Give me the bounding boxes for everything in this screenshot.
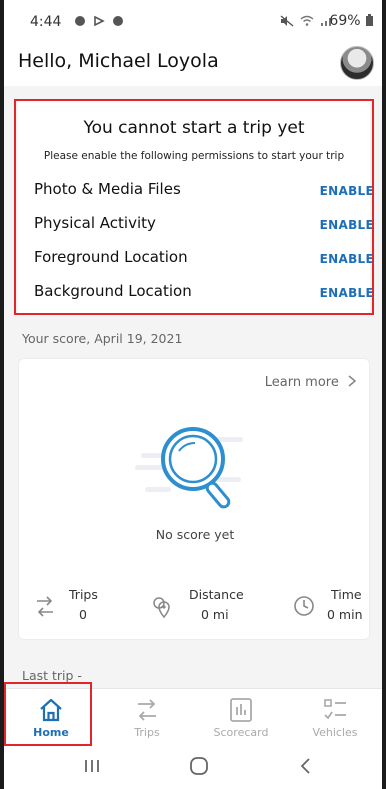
nav-label: Vehicles [312, 726, 358, 739]
home-button-icon[interactable] [188, 756, 210, 776]
no-score-text: No score yet [155, 527, 235, 542]
enable-photo-media-button[interactable]: ENABLE [320, 184, 374, 198]
recent-apps-icon[interactable] [82, 756, 102, 776]
nav-trips[interactable]: Trips [100, 689, 194, 747]
status-bar: 4:44 69% [4, 0, 382, 40]
checklist-icon [324, 699, 346, 720]
enable-background-location-button[interactable]: ENABLE [320, 286, 374, 300]
app-header: Hello, Michael Loyola [4, 40, 382, 86]
mute-icon [280, 14, 294, 27]
location-arrow-icon [94, 15, 105, 26]
permission-row-photo-media: Photo & Media Files ENABLE [18, 176, 374, 204]
stat-label: Trips [69, 587, 98, 602]
nav-label: Scorecard [213, 726, 269, 739]
battery-percent: 69% [329, 13, 361, 29]
score-heading: Your score, April 19, 2021 [22, 331, 183, 346]
enable-foreground-location-button[interactable]: ENABLE [320, 252, 374, 266]
battery-icon [366, 14, 373, 26]
nav-label: Home [33, 726, 69, 739]
nav-scorecard[interactable]: Scorecard [194, 689, 288, 747]
stat-label: Distance [189, 587, 244, 602]
magnifier-illustration-icon [135, 427, 243, 509]
nav-vehicles[interactable]: Vehicles [288, 689, 382, 747]
nav-label: Trips [134, 726, 160, 739]
system-icons [280, 13, 334, 27]
bottom-navigation: Home Trips Scorecard Vehicles [4, 688, 382, 746]
stat-value: 0 [79, 607, 87, 622]
chevron-right-icon [348, 375, 357, 387]
app-screen: 4:44 69% Hello, Michael Loyola You canno… [4, 0, 382, 789]
back-icon[interactable] [296, 756, 316, 776]
permissions-subtitle: Please enable the following permissions … [43, 150, 345, 162]
learn-more-label: Learn more [264, 375, 339, 390]
stat-value: 0 mi [201, 607, 229, 622]
trips-icon [138, 699, 156, 721]
permission-row-foreground-location: Foreground Location ENABLE [18, 244, 374, 272]
battery-indicator: 69% [329, 13, 374, 29]
stat-trips: Trips 0 [33, 587, 133, 627]
stat-time: Time 0 min [293, 587, 369, 627]
trips-route-icon [37, 596, 53, 617]
enable-physical-activity-button[interactable]: ENABLE [320, 218, 374, 232]
permission-label: Background Location [34, 282, 192, 300]
wifi-icon [300, 15, 314, 26]
permission-row-physical-activity: Physical Activity ENABLE [18, 210, 374, 238]
avatar[interactable] [340, 46, 374, 80]
score-card: Learn more No score yet Trips 0 Distance… [18, 358, 370, 640]
messenger-icon [112, 15, 123, 26]
nav-home[interactable]: Home [4, 689, 98, 747]
permission-label: Photo & Media Files [34, 180, 181, 198]
stat-label: Time [331, 587, 362, 602]
notification-dot-icon [75, 15, 85, 26]
map-pin-icon [153, 597, 170, 619]
notification-icons [74, 13, 124, 27]
system-navigation-bar [4, 746, 382, 789]
bar-chart-icon [230, 698, 252, 722]
last-trip-heading: Last trip - [22, 668, 82, 683]
permission-label: Physical Activity [34, 214, 156, 232]
clock-icon [294, 596, 314, 616]
permissions-card: You cannot start a trip yet Please enabl… [18, 100, 374, 314]
status-time: 4:44 [30, 14, 62, 30]
permissions-title: You cannot start a trip yet [83, 118, 305, 138]
stat-distance: Distance 0 mi [151, 587, 271, 627]
home-icon [40, 698, 62, 722]
stat-value: 0 min [327, 607, 363, 622]
permission-row-background-location: Background Location ENABLE [18, 278, 374, 306]
greeting-text: Hello, Michael Loyola [18, 50, 219, 72]
permission-label: Foreground Location [34, 248, 188, 266]
learn-more-link[interactable]: Learn more [265, 375, 357, 390]
